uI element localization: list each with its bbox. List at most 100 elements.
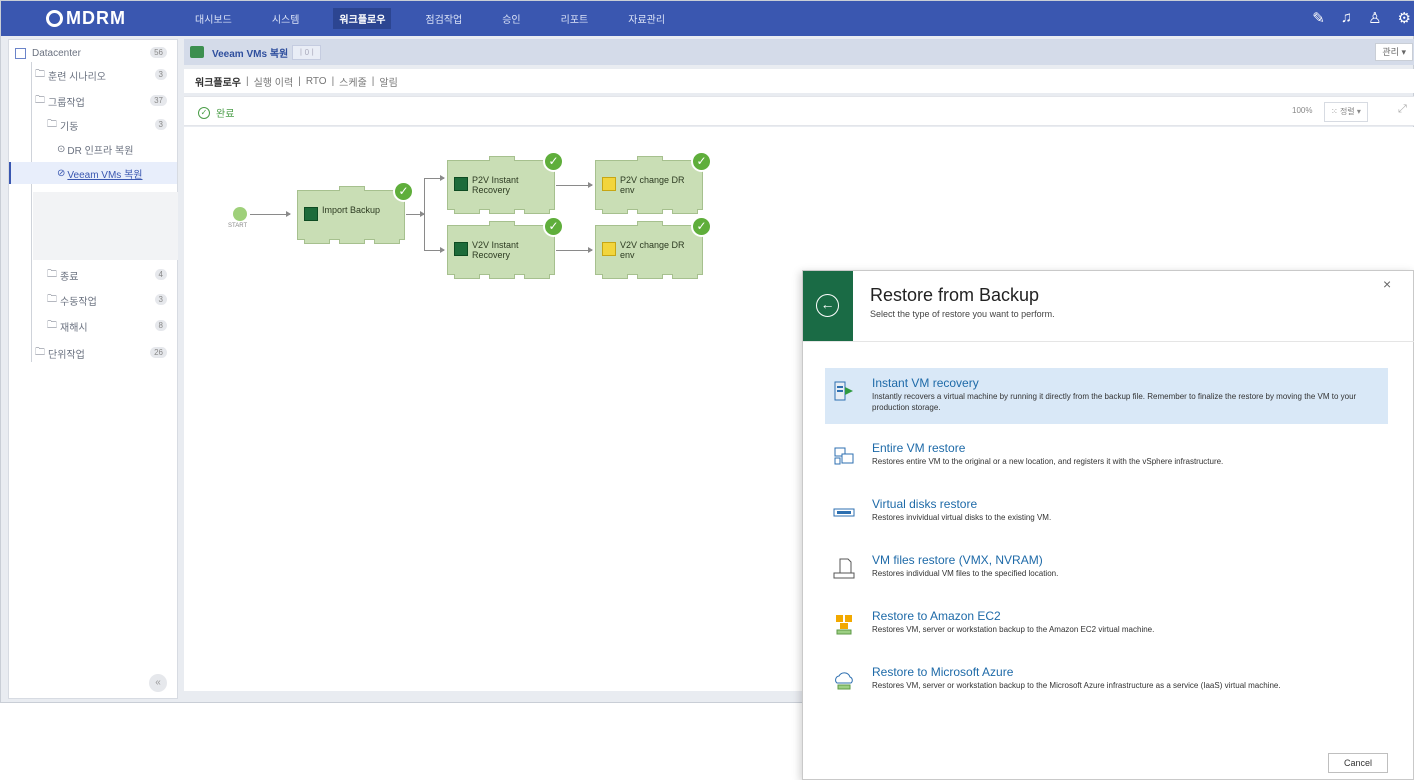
tree-item-shutdown[interactable]: 🗀 종료 4 xyxy=(9,264,177,286)
option-title: Instant VM recovery xyxy=(872,376,979,390)
tree-item-group-jobs[interactable]: 🗀 그룹작업 37 xyxy=(9,90,177,112)
node-port xyxy=(454,274,480,279)
script-task-icon xyxy=(602,177,616,191)
tab-history[interactable]: 실행 이력 xyxy=(254,74,294,89)
instant-recovery-icon xyxy=(834,381,853,401)
cancel-button[interactable]: Cancel xyxy=(1328,753,1388,773)
node-label: P2V change DR env xyxy=(620,175,685,195)
check-circle-icon: ✓ xyxy=(198,106,210,119)
tab-workflow[interactable]: 워크플로우 xyxy=(195,74,241,89)
dialog-title: Restore from Backup xyxy=(870,285,1040,305)
subtabs: 워크플로우 | 실행 이력 | RTO | 스케줄 | 알림 xyxy=(184,69,1414,93)
nav-approval[interactable]: 승인 xyxy=(496,8,526,29)
nav-dashboard[interactable]: 대시보드 xyxy=(189,8,238,29)
option-instant-vm-recovery[interactable]: Instant VM recovery Instantly recovers a… xyxy=(825,368,1388,424)
node-label: V2V change DR env xyxy=(620,240,685,260)
option-title: VM files restore (VMX, NVRAM) xyxy=(872,553,1043,567)
option-restore-amazon-ec2[interactable]: Restore to Amazon EC2 Restores VM, serve… xyxy=(825,601,1388,657)
option-restore-microsoft-azure[interactable]: Restore to Microsoft Azure Restores VM, … xyxy=(825,657,1388,713)
nav-report[interactable]: 리포트 xyxy=(555,8,595,29)
option-vm-files-restore[interactable]: VM files restore (VMX, NVRAM) Restores i… xyxy=(825,545,1388,601)
tree-item-label: Veeam VMs 복원 xyxy=(67,169,143,181)
nav-inspection[interactable]: 점검작업 xyxy=(419,8,468,29)
sort-label: 정렬 xyxy=(1339,107,1355,116)
tab-schedule[interactable]: 스케줄 xyxy=(339,74,367,89)
tab-alerts[interactable]: 알림 xyxy=(379,74,397,89)
folder-icon: 🗀 xyxy=(35,68,45,80)
tree-item-veeam-restore[interactable]: ⊘ Veeam VMs 복원 xyxy=(9,162,177,184)
node-p2v-change[interactable]: P2V change DR env ✓ xyxy=(595,151,712,214)
start-label: START xyxy=(228,223,248,229)
option-description: Restores VM, server or workstation backu… xyxy=(872,625,1155,634)
back-arrow-icon[interactable]: ← xyxy=(816,294,839,317)
node-port xyxy=(637,156,663,161)
node-v2v-recovery[interactable]: V2V Instant Recovery ✓ xyxy=(447,216,564,279)
check-circle-icon: ⊘ xyxy=(57,167,66,179)
flow-arrow xyxy=(556,247,593,253)
node-port xyxy=(489,221,515,226)
option-virtual-disks-restore[interactable]: Virtual disks restore Restores invividua… xyxy=(825,489,1388,545)
tree-item-training[interactable]: 🗀 훈련 시나리오 3 xyxy=(9,64,177,86)
sidebar-collapse-button[interactable]: « xyxy=(149,674,167,692)
tab-divider: | xyxy=(331,75,335,87)
chevron-down-icon: ▾ xyxy=(1356,107,1361,116)
node-port xyxy=(602,209,628,214)
zoom-level: 100% xyxy=(1292,106,1313,115)
tree-item-dr-infra[interactable]: ⊙ DR 인프라 복원 xyxy=(9,138,177,160)
tree-item-startup[interactable]: 🗀 기동 3 xyxy=(9,114,177,136)
flow-arrow xyxy=(250,211,291,217)
logo-ring-icon xyxy=(46,10,63,27)
settings-icon[interactable]: ⚙ xyxy=(1398,9,1411,27)
expand-icon[interactable]: ⤢ xyxy=(1398,103,1407,116)
flow-arrow xyxy=(424,247,445,253)
tree-item-disaster[interactable]: 🗀 재해시 8 xyxy=(9,315,177,337)
option-description: Restores entire VM to the original or a … xyxy=(872,457,1224,466)
option-title: Restore to Microsoft Azure xyxy=(872,665,1014,679)
node-port xyxy=(374,239,400,244)
tree-item-manual[interactable]: 🗀 수동작업 3 xyxy=(9,289,177,311)
tab-divider: | xyxy=(246,75,249,87)
node-port xyxy=(489,209,515,214)
tree-item-label: DR 인프라 복원 xyxy=(67,145,134,157)
node-label: P2V Instant Recovery xyxy=(472,175,519,195)
nav-workflow[interactable]: 워크플로우 xyxy=(333,8,392,29)
sort-button[interactable]: ⁙ 정렬 ▾ xyxy=(1324,102,1368,122)
flow-arrow xyxy=(406,211,425,217)
option-description: Instantly recovers a virtual machine by … xyxy=(872,392,1357,412)
veeam-icon xyxy=(190,46,204,58)
tree-item-datacenter[interactable]: Datacenter 56 xyxy=(9,42,177,64)
tree-item-label: 그룹작업 xyxy=(48,97,85,109)
bell-icon[interactable]: ♫ xyxy=(1341,9,1352,27)
node-label: Import Backup xyxy=(322,205,381,215)
option-entire-vm-restore[interactable]: Entire VM restore Restores entire VM to … xyxy=(825,433,1388,489)
tree-item-label: 훈련 시나리오 xyxy=(48,71,106,83)
top-icons: ✎ ♫ ♙ ⚙ xyxy=(1296,9,1411,27)
tree-item-label: 기동 xyxy=(60,121,79,133)
tab-rto[interactable]: RTO xyxy=(306,76,327,87)
virtual-disk-icon xyxy=(833,508,855,517)
manage-dropdown[interactable]: 관리 ▾ xyxy=(1375,43,1413,61)
start-node[interactable] xyxy=(233,207,247,221)
app-logo[interactable]: MDRM xyxy=(46,8,126,29)
tree-item-count: 56 xyxy=(150,47,167,58)
tree-item-label: 재해시 xyxy=(60,322,88,334)
check-icon: ✓ xyxy=(543,216,564,237)
tree-item-count: 4 xyxy=(154,269,167,280)
folder-icon: 🗀 xyxy=(47,118,57,130)
node-v2v-change[interactable]: V2V change DR env ✓ xyxy=(595,216,712,279)
tree-item-unit-jobs[interactable]: 🗀 단위작업 26 xyxy=(9,342,177,364)
close-icon[interactable]: × xyxy=(1383,276,1391,292)
logo-text: MDRM xyxy=(66,8,126,28)
user-icon[interactable]: ♙ xyxy=(1368,9,1381,27)
edit-icon[interactable]: ✎ xyxy=(1312,9,1325,27)
node-port xyxy=(454,209,480,214)
nav-system[interactable]: 시스템 xyxy=(266,8,306,29)
check-icon: ✓ xyxy=(393,181,414,202)
vm-task-icon xyxy=(304,207,318,221)
node-import-backup[interactable]: Import Backup ✓ xyxy=(297,181,414,244)
option-description: Restores VM, server or workstation backu… xyxy=(872,681,1281,690)
node-p2v-recovery[interactable]: P2V Instant Recovery ✓ xyxy=(447,151,564,214)
nav-data-management[interactable]: 자료관리 xyxy=(622,8,671,29)
workflow-title: Veeam VMs 복원 xyxy=(212,48,289,60)
folder-icon: 🗀 xyxy=(35,346,45,358)
